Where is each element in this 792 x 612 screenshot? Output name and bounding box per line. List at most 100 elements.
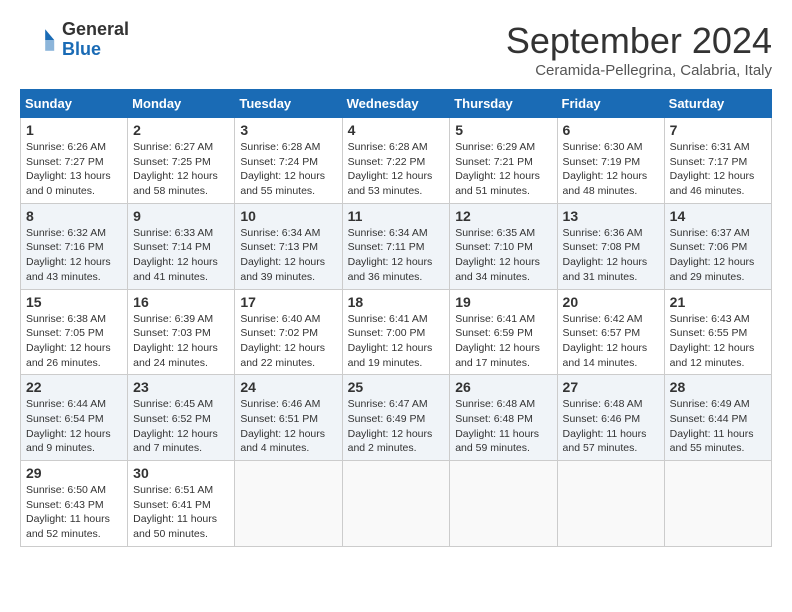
- calendar-table: SundayMondayTuesdayWednesdayThursdayFrid…: [20, 89, 772, 547]
- calendar-cell: 24 Sunrise: 6:46 AM Sunset: 6:51 PM Dayli…: [235, 375, 342, 461]
- calendar-week-5: 29Sunrise: 6:50 AM Sunset: 6:43 PM Dayli…: [21, 461, 772, 547]
- calendar-cell: 26Sunrise: 6:48 AM Sunset: 6:48 PM Dayli…: [450, 375, 557, 461]
- day-info: Sunrise: 6:48 AM Sunset: 6:46 PM Dayligh…: [563, 397, 659, 456]
- calendar-cell: 3 Sunrise: 6:28 AM Sunset: 7:24 PM Daylig…: [235, 118, 342, 204]
- day-info: Sunrise: 6:26 AM Sunset: 7:27 PM Dayligh…: [26, 140, 122, 199]
- calendar-cell: 10 Sunrise: 6:34 AM Sunset: 7:13 PM Dayli…: [235, 203, 342, 289]
- calendar-cell: [450, 461, 557, 547]
- day-info: Sunrise: 6:38 AM Sunset: 7:05 PM Dayligh…: [26, 312, 122, 371]
- day-number: 3: [240, 122, 336, 138]
- weekday-header-row: SundayMondayTuesdayWednesdayThursdayFrid…: [21, 90, 772, 118]
- calendar-cell: 17 Sunrise: 6:40 AM Sunset: 7:02 PM Dayli…: [235, 289, 342, 375]
- calendar-cell: 25 Sunrise: 6:47 AM Sunset: 6:49 PM Dayli…: [342, 375, 450, 461]
- day-info: Sunrise: 6:42 AM Sunset: 6:57 PM Dayligh…: [563, 312, 659, 371]
- day-number: 4: [348, 122, 445, 138]
- day-info: Sunrise: 6:33 AM Sunset: 7:14 PM Dayligh…: [133, 226, 229, 285]
- calendar-cell: [664, 461, 771, 547]
- weekday-header-thursday: Thursday: [450, 90, 557, 118]
- calendar-cell: 14 Sunrise: 6:37 AM Sunset: 7:06 PM Dayli…: [664, 203, 771, 289]
- day-info: Sunrise: 6:36 AM Sunset: 7:08 PM Dayligh…: [563, 226, 659, 285]
- day-info: Sunrise: 6:51 AM Sunset: 6:41 PM Dayligh…: [133, 483, 229, 542]
- day-info: Sunrise: 6:47 AM Sunset: 6:49 PM Dayligh…: [348, 397, 445, 456]
- calendar-cell: [342, 461, 450, 547]
- day-info: Sunrise: 6:49 AM Sunset: 6:44 PM Dayligh…: [670, 397, 766, 456]
- day-info: Sunrise: 6:43 AM Sunset: 6:55 PM Dayligh…: [670, 312, 766, 371]
- day-number: 12: [455, 208, 551, 224]
- calendar-week-1: 1 Sunrise: 6:26 AM Sunset: 7:27 PM Daylig…: [21, 118, 772, 204]
- calendar-cell: 27 Sunrise: 6:48 AM Sunset: 6:46 PM Dayli…: [557, 375, 664, 461]
- calendar-cell: 15 Sunrise: 6:38 AM Sunset: 7:05 PM Dayli…: [21, 289, 128, 375]
- day-number: 17: [240, 294, 336, 310]
- day-info: Sunrise: 6:27 AM Sunset: 7:25 PM Dayligh…: [133, 140, 229, 199]
- day-number: 22: [26, 379, 122, 395]
- day-number: 25: [348, 379, 445, 395]
- logo-blue: Blue: [62, 39, 101, 59]
- calendar-cell: 30 Sunrise: 6:51 AM Sunset: 6:41 PM Dayli…: [128, 461, 235, 547]
- weekday-header-sunday: Sunday: [21, 90, 128, 118]
- logo-text: General Blue: [62, 20, 129, 60]
- day-info: Sunrise: 6:28 AM Sunset: 7:22 PM Dayligh…: [348, 140, 445, 199]
- weekday-header-saturday: Saturday: [664, 90, 771, 118]
- day-info: Sunrise: 6:41 AM Sunset: 6:59 PM Dayligh…: [455, 312, 551, 371]
- day-number: 30: [133, 465, 229, 481]
- month-title: September 2024: [506, 20, 772, 62]
- day-number: 9: [133, 208, 229, 224]
- day-info: Sunrise: 6:40 AM Sunset: 7:02 PM Dayligh…: [240, 312, 336, 371]
- day-number: 10: [240, 208, 336, 224]
- calendar-cell: 6Sunrise: 6:30 AM Sunset: 7:19 PM Daylig…: [557, 118, 664, 204]
- calendar-cell: 19 Sunrise: 6:41 AM Sunset: 6:59 PM Dayli…: [450, 289, 557, 375]
- weekday-header-friday: Friday: [557, 90, 664, 118]
- calendar-cell: 21 Sunrise: 6:43 AM Sunset: 6:55 PM Dayli…: [664, 289, 771, 375]
- day-info: Sunrise: 6:32 AM Sunset: 7:16 PM Dayligh…: [26, 226, 122, 285]
- day-number: 24: [240, 379, 336, 395]
- page-header: General Blue September 2024 Ceramida-Pel…: [20, 20, 772, 79]
- logo: General Blue: [20, 20, 129, 60]
- day-number: 15: [26, 294, 122, 310]
- day-number: 8: [26, 208, 122, 224]
- calendar-cell: [235, 461, 342, 547]
- calendar-cell: [557, 461, 664, 547]
- location-subtitle: Ceramida-Pellegrina, Calabria, Italy: [506, 62, 772, 79]
- calendar-cell: 9 Sunrise: 6:33 AM Sunset: 7:14 PM Daylig…: [128, 203, 235, 289]
- day-number: 28: [670, 379, 766, 395]
- day-info: Sunrise: 6:37 AM Sunset: 7:06 PM Dayligh…: [670, 226, 766, 285]
- calendar-cell: 4 Sunrise: 6:28 AM Sunset: 7:22 PM Daylig…: [342, 118, 450, 204]
- day-number: 5: [455, 122, 551, 138]
- logo-general: General: [62, 19, 129, 39]
- day-number: 11: [348, 208, 445, 224]
- day-info: Sunrise: 6:28 AM Sunset: 7:24 PM Dayligh…: [240, 140, 336, 199]
- calendar-cell: 1 Sunrise: 6:26 AM Sunset: 7:27 PM Daylig…: [21, 118, 128, 204]
- day-info: Sunrise: 6:29 AM Sunset: 7:21 PM Dayligh…: [455, 140, 551, 199]
- day-number: 1: [26, 122, 122, 138]
- calendar-cell: 11 Sunrise: 6:34 AM Sunset: 7:11 PM Dayli…: [342, 203, 450, 289]
- calendar-week-2: 8 Sunrise: 6:32 AM Sunset: 7:16 PM Daylig…: [21, 203, 772, 289]
- calendar-cell: 16 Sunrise: 6:39 AM Sunset: 7:03 PM Dayli…: [128, 289, 235, 375]
- calendar-cell: 29Sunrise: 6:50 AM Sunset: 6:43 PM Dayli…: [21, 461, 128, 547]
- day-info: Sunrise: 6:45 AM Sunset: 6:52 PM Dayligh…: [133, 397, 229, 456]
- day-info: Sunrise: 6:48 AM Sunset: 6:48 PM Dayligh…: [455, 397, 551, 456]
- calendar-cell: 28 Sunrise: 6:49 AM Sunset: 6:44 PM Dayli…: [664, 375, 771, 461]
- day-info: Sunrise: 6:34 AM Sunset: 7:13 PM Dayligh…: [240, 226, 336, 285]
- day-info: Sunrise: 6:39 AM Sunset: 7:03 PM Dayligh…: [133, 312, 229, 371]
- day-info: Sunrise: 6:46 AM Sunset: 6:51 PM Dayligh…: [240, 397, 336, 456]
- calendar-cell: 7Sunrise: 6:31 AM Sunset: 7:17 PM Daylig…: [664, 118, 771, 204]
- calendar-cell: 20 Sunrise: 6:42 AM Sunset: 6:57 PM Dayli…: [557, 289, 664, 375]
- day-info: Sunrise: 6:41 AM Sunset: 7:00 PM Dayligh…: [348, 312, 445, 371]
- day-number: 13: [563, 208, 659, 224]
- calendar-cell: 18Sunrise: 6:41 AM Sunset: 7:00 PM Dayli…: [342, 289, 450, 375]
- day-number: 21: [670, 294, 766, 310]
- calendar-week-4: 22 Sunrise: 6:44 AM Sunset: 6:54 PM Dayli…: [21, 375, 772, 461]
- day-info: Sunrise: 6:44 AM Sunset: 6:54 PM Dayligh…: [26, 397, 122, 456]
- day-info: Sunrise: 6:30 AM Sunset: 7:19 PM Dayligh…: [563, 140, 659, 199]
- day-number: 19: [455, 294, 551, 310]
- day-number: 29: [26, 465, 122, 481]
- day-number: 16: [133, 294, 229, 310]
- day-number: 14: [670, 208, 766, 224]
- day-number: 23: [133, 379, 229, 395]
- day-number: 27: [563, 379, 659, 395]
- day-info: Sunrise: 6:34 AM Sunset: 7:11 PM Dayligh…: [348, 226, 445, 285]
- day-number: 2: [133, 122, 229, 138]
- calendar-week-3: 15 Sunrise: 6:38 AM Sunset: 7:05 PM Dayli…: [21, 289, 772, 375]
- day-number: 20: [563, 294, 659, 310]
- calendar-cell: 22 Sunrise: 6:44 AM Sunset: 6:54 PM Dayli…: [21, 375, 128, 461]
